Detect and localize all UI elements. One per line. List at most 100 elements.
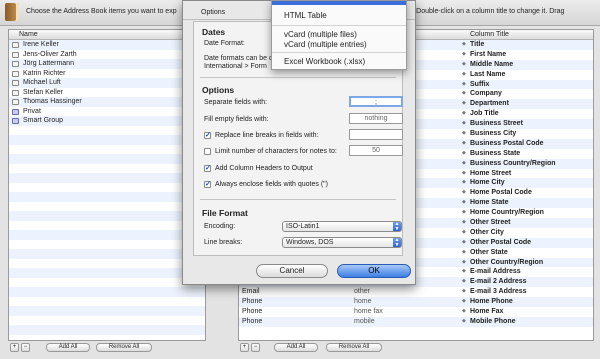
encoding-label: Encoding: <box>204 223 236 230</box>
remove-column-button[interactable]: − <box>251 343 260 352</box>
menu-item-vcard-files[interactable]: vCard (multiple files) <box>284 30 357 39</box>
column-title-text: Business State <box>470 149 521 157</box>
table-row[interactable]: Phone home fax ◆ Home Fax <box>239 307 593 317</box>
column-title-header[interactable]: Column Title <box>465 30 593 39</box>
remove-all-columns-button[interactable]: Remove All <box>326 343 382 352</box>
menu-item-vcard-entries[interactable]: vCard (multiple entries) <box>284 40 367 49</box>
label-cell: other <box>354 288 370 296</box>
contact-card-icon <box>12 89 19 96</box>
add-column-button[interactable]: + <box>240 343 249 352</box>
encoding-popup[interactable]: ISO-Latin1 ▲ ▼ <box>282 221 402 232</box>
remove-all-button[interactable]: Remove All <box>96 343 152 352</box>
column-title-cell[interactable]: ◆ Home Country/Region <box>462 208 593 218</box>
column-title-cell[interactable]: ◆ Home City <box>462 178 593 188</box>
column-title-cell[interactable]: ◆ Other Country/Region <box>462 258 593 268</box>
column-title-cell[interactable]: ◆ Other City <box>462 228 593 238</box>
contact-card-icon <box>12 70 19 77</box>
instruction-text: Choose the Address Book items you want t… <box>26 8 177 15</box>
column-title-cell[interactable]: ◆ Home Postal Code <box>462 188 593 198</box>
arrow-icon: ◆ <box>462 238 466 245</box>
arrow-icon: ◆ <box>462 179 466 186</box>
enclose-quotes-checkbox[interactable]: ✓ <box>204 181 211 188</box>
line-breaks-label: Line breaks: <box>204 239 243 246</box>
list-item[interactable]: Jens-Oliver Zarth <box>9 50 205 60</box>
add-all-button[interactable]: Add All <box>46 343 90 352</box>
arrow-icon: ◆ <box>462 298 466 305</box>
column-title-cell[interactable]: ◆ Title <box>462 40 593 50</box>
column-title-cell[interactable]: ◆ Other Street <box>462 218 593 228</box>
group-icon <box>12 108 19 115</box>
table-row[interactable]: Phone home ◆ Home Phone <box>239 297 593 308</box>
limit-characters-input[interactable]: 50 <box>349 145 403 156</box>
limit-characters-checkbox[interactable] <box>204 148 211 155</box>
list-item[interactable]: Michael Luft <box>9 78 205 88</box>
list-item-label: Privat <box>23 107 41 115</box>
table-row[interactable]: Phone mobile ◆ Mobile Phone <box>239 316 593 327</box>
arrow-icon: ◆ <box>462 60 466 67</box>
replace-line-breaks-input[interactable] <box>349 129 403 140</box>
field-cell: Phone <box>242 317 263 325</box>
add-column-headers-checkbox[interactable]: ✓ <box>204 165 211 172</box>
list-item[interactable]: Smart Group <box>9 116 205 126</box>
column-title-cell[interactable]: ◆ Last Name <box>462 70 593 80</box>
column-title-cell[interactable]: ◆ Other Postal Code <box>462 238 593 248</box>
column-title-text: Other Street <box>470 219 511 227</box>
column-title-cell[interactable]: ◆ Business Street <box>462 119 593 129</box>
column-title-text: E-mail 2 Address <box>470 278 527 286</box>
column-title-cell[interactable]: ◆ Business Country/Region <box>462 159 593 169</box>
column-title-cell[interactable]: ◆ Business Postal Code <box>462 139 593 149</box>
list-item[interactable]: Katrin Richter <box>9 69 205 79</box>
arrow-icon: ◆ <box>462 149 466 156</box>
list-item-label: Irene Keller <box>23 41 59 48</box>
column-title-cell[interactable]: ◆ Business State <box>462 149 593 159</box>
highlighted-menu-item[interactable] <box>272 1 406 5</box>
list-item[interactable]: Jörg Lattermann <box>9 59 205 69</box>
arrow-icon: ◆ <box>462 80 466 87</box>
arrow-icon: ◆ <box>462 317 466 324</box>
column-title-cell[interactable]: ◆ Home Fax <box>462 307 593 317</box>
column-title-cell[interactable]: ◆ First Name <box>462 50 593 60</box>
column-title-cell[interactable]: ◆ Mobile Phone <box>462 317 593 327</box>
empty-row <box>9 173 205 183</box>
arrow-icon: ◆ <box>462 159 466 166</box>
column-title-cell[interactable]: ◆ Business City <box>462 129 593 139</box>
column-title-text: Other Postal Code <box>470 238 532 246</box>
list-item[interactable]: Thomas Hassinger <box>9 97 205 107</box>
add-all-columns-button[interactable]: Add All <box>274 343 318 352</box>
options-tab[interactable]: Options <box>201 9 225 16</box>
column-title-cell[interactable]: ◆ Home State <box>462 198 593 208</box>
fill-empty-input[interactable]: nothing <box>349 113 403 124</box>
limit-characters-label: Limit number of characters for notes to: <box>215 148 337 155</box>
column-title-cell[interactable]: ◆ Department <box>462 99 593 109</box>
remove-item-button[interactable]: − <box>21 343 30 352</box>
right-bottom-bar: + − Add All Remove All <box>238 343 594 353</box>
line-breaks-popup[interactable]: Windows, DOS ▲ ▼ <box>282 237 402 248</box>
column-title-cell[interactable]: ◆ Job Title <box>462 109 593 119</box>
arrow-icon: ◆ <box>462 209 466 216</box>
menu-item-html-table[interactable]: HTML Table <box>284 11 327 20</box>
empty-row <box>9 259 205 269</box>
cancel-button[interactable]: Cancel <box>256 264 328 278</box>
column-title-cell[interactable]: ◆ Home Street <box>462 169 593 179</box>
list-item[interactable]: Irene Keller <box>9 40 205 50</box>
column-title-cell[interactable]: ◆ E-mail 2 Address <box>462 277 593 287</box>
add-item-button[interactable]: + <box>10 343 19 352</box>
list-item[interactable]: Privat <box>9 107 205 117</box>
contacts-list[interactable]: Name Irene Keller Jens-Oliver Zarth Jörg L… <box>8 29 206 341</box>
table-row[interactable]: Email other ◆ E-mail 3 Address <box>239 287 593 297</box>
column-title-cell[interactable]: ◆ Other State <box>462 248 593 258</box>
ok-button[interactable]: OK <box>337 264 411 278</box>
arrow-icon: ◆ <box>462 169 466 176</box>
column-title-cell[interactable]: ◆ Middle Name <box>462 60 593 70</box>
column-title-cell[interactable]: ◆ E-mail Address <box>462 267 593 277</box>
column-title-cell[interactable]: ◆ Home Phone <box>462 297 593 307</box>
column-title-cell[interactable]: ◆ Suffix <box>462 80 593 90</box>
column-title-cell[interactable]: ◆ Company <box>462 89 593 99</box>
separate-fields-input[interactable]: ; <box>349 96 403 107</box>
name-column-header[interactable]: Name <box>9 30 205 40</box>
menu-item-excel-workbook[interactable]: Excel Workbook (.xlsx) <box>284 57 365 66</box>
column-title-cell[interactable]: ◆ E-mail 3 Address <box>462 287 593 297</box>
date-format-note-line2: International > Form <box>204 63 267 70</box>
replace-line-breaks-checkbox[interactable]: ✓ <box>204 132 211 139</box>
list-item[interactable]: Stefan Keller <box>9 88 205 98</box>
